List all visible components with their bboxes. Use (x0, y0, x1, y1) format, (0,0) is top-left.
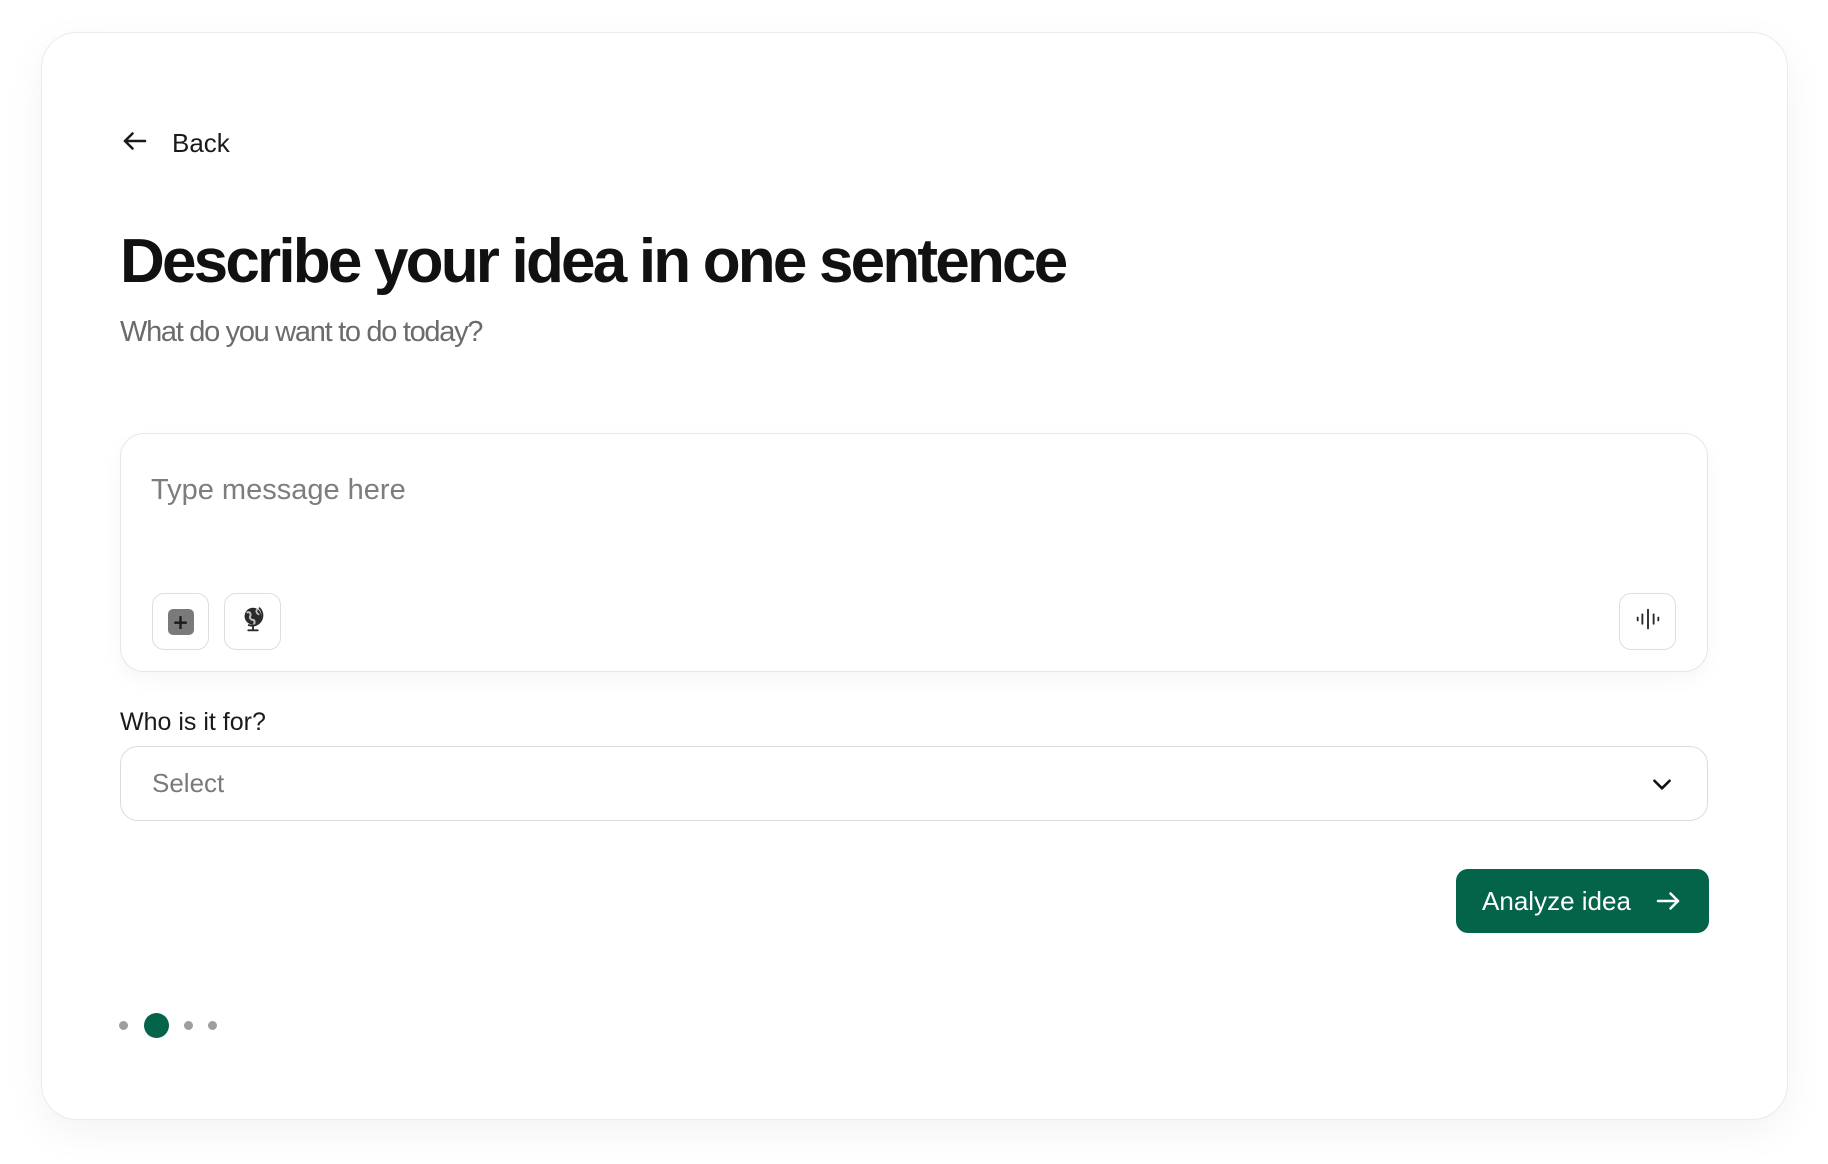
audience-select-value: Select (152, 768, 225, 798)
back-button[interactable]: Back (120, 126, 230, 161)
audience-label: Who is it for? (120, 708, 266, 736)
page-subtitle: What do you want to do today? (120, 316, 483, 348)
step-dot[interactable] (184, 1021, 193, 1030)
step-dot[interactable] (119, 1021, 128, 1030)
globe-icon (238, 604, 268, 639)
step-indicator (118, 1011, 228, 1039)
arrow-left-icon (120, 126, 150, 161)
audience-select[interactable]: Select (120, 746, 1708, 821)
plus-square-icon: + (167, 608, 194, 635)
analyze-idea-label: Analyze idea (1482, 885, 1631, 916)
message-input[interactable] (151, 460, 1651, 520)
page-title: Describe your idea in one sentence (120, 227, 1068, 296)
attach-button[interactable]: + (152, 593, 209, 650)
voice-input-button[interactable] (1619, 593, 1676, 650)
step-dot-active[interactable] (144, 1013, 169, 1038)
back-label: Back (172, 128, 230, 158)
chevron-down-icon (1649, 771, 1675, 797)
arrow-right-icon (1653, 886, 1683, 916)
web-search-button[interactable] (224, 593, 281, 650)
message-composer: + (120, 433, 1708, 672)
audio-waveform-icon (1633, 604, 1663, 639)
step-dot[interactable] (208, 1021, 217, 1030)
analyze-idea-button[interactable]: Analyze idea (1456, 869, 1709, 933)
